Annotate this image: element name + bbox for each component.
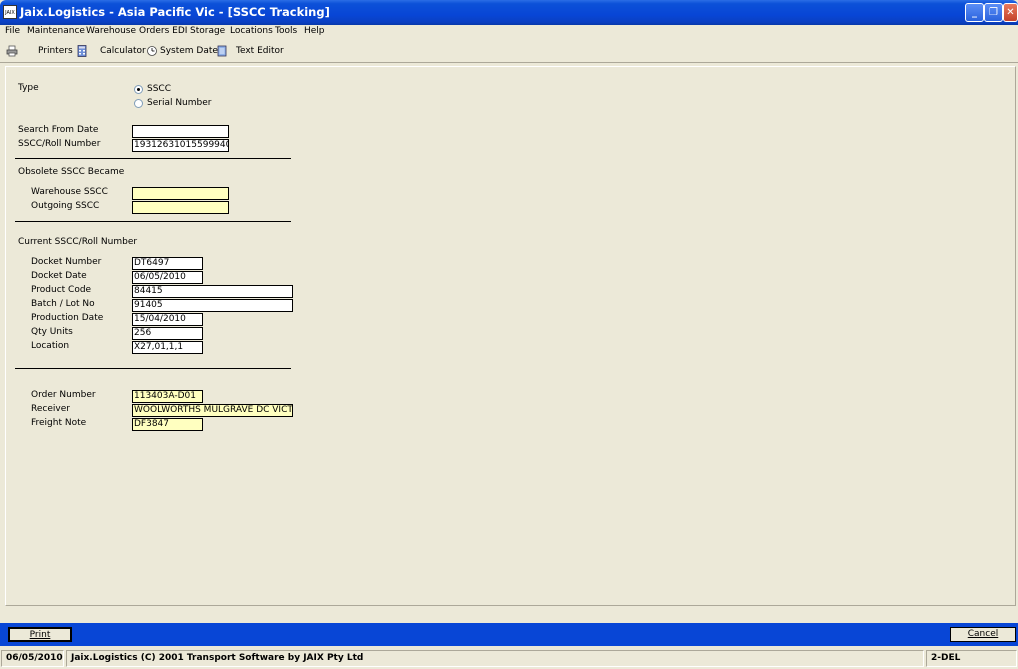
order-number-label: Order Number (31, 390, 96, 400)
production-date-label: Production Date (31, 313, 104, 323)
batch-lot-field[interactable]: 91405 (132, 299, 293, 312)
sscc-roll-number-field[interactable]: 193126310155999408 (132, 139, 229, 152)
status-bar: 06/05/2010 Jaix.Logistics (C) 2001 Trans… (0, 650, 1018, 669)
toolbar-printers[interactable]: Printers (38, 46, 73, 56)
order-number-field[interactable]: 113403A-D01 (132, 390, 203, 403)
production-date-field[interactable]: 15/04/2010 (132, 313, 203, 326)
search-from-date-label: Search From Date (18, 125, 99, 135)
menu-file[interactable]: File (5, 26, 20, 36)
docket-date-label: Docket Date (31, 271, 87, 281)
radio-sscc-label[interactable]: SSCC (147, 84, 171, 94)
receiver-field[interactable]: WOOLWORTHS MULGRAVE DC VICTO (132, 404, 293, 417)
cancel-button[interactable]: Cancel (950, 627, 1016, 642)
menu-storage[interactable]: Storage (190, 26, 225, 36)
docket-number-field[interactable]: DT6497 (132, 257, 203, 270)
button-bar: Print Cancel (0, 623, 1018, 646)
status-date: 06/05/2010 (1, 650, 64, 667)
menu-orders-edi[interactable]: Orders EDI (139, 26, 187, 36)
obsolete-sscc-heading: Obsolete SSCC Became (18, 167, 125, 177)
menu-maintenance[interactable]: Maintenance (27, 26, 85, 36)
toolbar: Printers Calculator System Date Text Edi… (0, 41, 1018, 63)
text-editor-icon[interactable] (216, 45, 228, 57)
menu-tools[interactable]: Tools (275, 26, 297, 36)
search-from-date-field[interactable] (132, 125, 229, 138)
toolbar-system-date[interactable]: System Date (160, 46, 218, 56)
radio-serial-number-label[interactable]: Serial Number (147, 98, 211, 108)
location-label: Location (31, 341, 70, 351)
status-copyright: Jaix.Logistics (C) 2001 Transport Softwa… (66, 650, 924, 667)
freight-note-field[interactable]: DF3847 (132, 418, 203, 431)
app-icon[interactable]: JAIX (3, 5, 17, 19)
receiver-label: Receiver (31, 404, 70, 414)
printer-icon[interactable] (6, 45, 18, 57)
warehouse-sscc-field[interactable] (132, 187, 229, 200)
menu-bar: File Maintenance Warehouse Orders EDI St… (0, 25, 1018, 39)
separator (15, 221, 291, 222)
type-label: Type (18, 83, 39, 93)
qty-units-field[interactable]: 256 (132, 327, 203, 340)
location-field[interactable]: X27,01,1,1 (132, 341, 203, 354)
minimize-button[interactable]: _ (965, 3, 984, 22)
product-code-field[interactable]: 84415 (132, 285, 293, 298)
docket-date-field[interactable]: 06/05/2010 (132, 271, 203, 284)
window-title: Jaix.Logistics - Asia Pacific Vic - [SSC… (20, 5, 330, 19)
status-mode: 2-DEL (926, 650, 1017, 667)
product-code-label: Product Code (31, 285, 92, 295)
outgoing-sscc-field[interactable] (132, 201, 229, 214)
menu-help[interactable]: Help (304, 26, 325, 36)
outgoing-sscc-label: Outgoing SSCC (31, 201, 100, 211)
menu-locations[interactable]: Locations (230, 26, 273, 36)
cancel-button-label: Cancel (967, 629, 999, 639)
toolbar-text-editor[interactable]: Text Editor (236, 46, 284, 56)
warehouse-sscc-label: Warehouse SSCC (31, 187, 108, 197)
qty-units-label: Qty Units (31, 327, 73, 337)
freight-note-label: Freight Note (31, 418, 87, 428)
title-bar[interactable]: JAIX Jaix.Logistics - Asia Pacific Vic -… (0, 0, 1018, 25)
restore-button[interactable]: ❐ (984, 3, 1003, 22)
system-date-icon[interactable] (146, 45, 158, 57)
separator (15, 158, 291, 159)
current-sscc-heading: Current SSCC/Roll Number (18, 237, 138, 247)
sscc-roll-number-label: SSCC/Roll Number (18, 139, 101, 149)
docket-number-label: Docket Number (31, 257, 102, 267)
batch-lot-label: Batch / Lot No (31, 299, 95, 309)
print-button[interactable]: Print (8, 627, 72, 642)
radio-sscc[interactable] (134, 85, 143, 94)
print-button-label: Print (29, 630, 51, 640)
menu-warehouse[interactable]: Warehouse (86, 26, 136, 36)
separator (15, 368, 291, 369)
radio-serial-number[interactable] (134, 99, 143, 108)
close-button[interactable]: ✕ (1003, 3, 1018, 22)
toolbar-calculator[interactable]: Calculator (100, 46, 146, 56)
calculator-icon[interactable] (76, 45, 88, 57)
